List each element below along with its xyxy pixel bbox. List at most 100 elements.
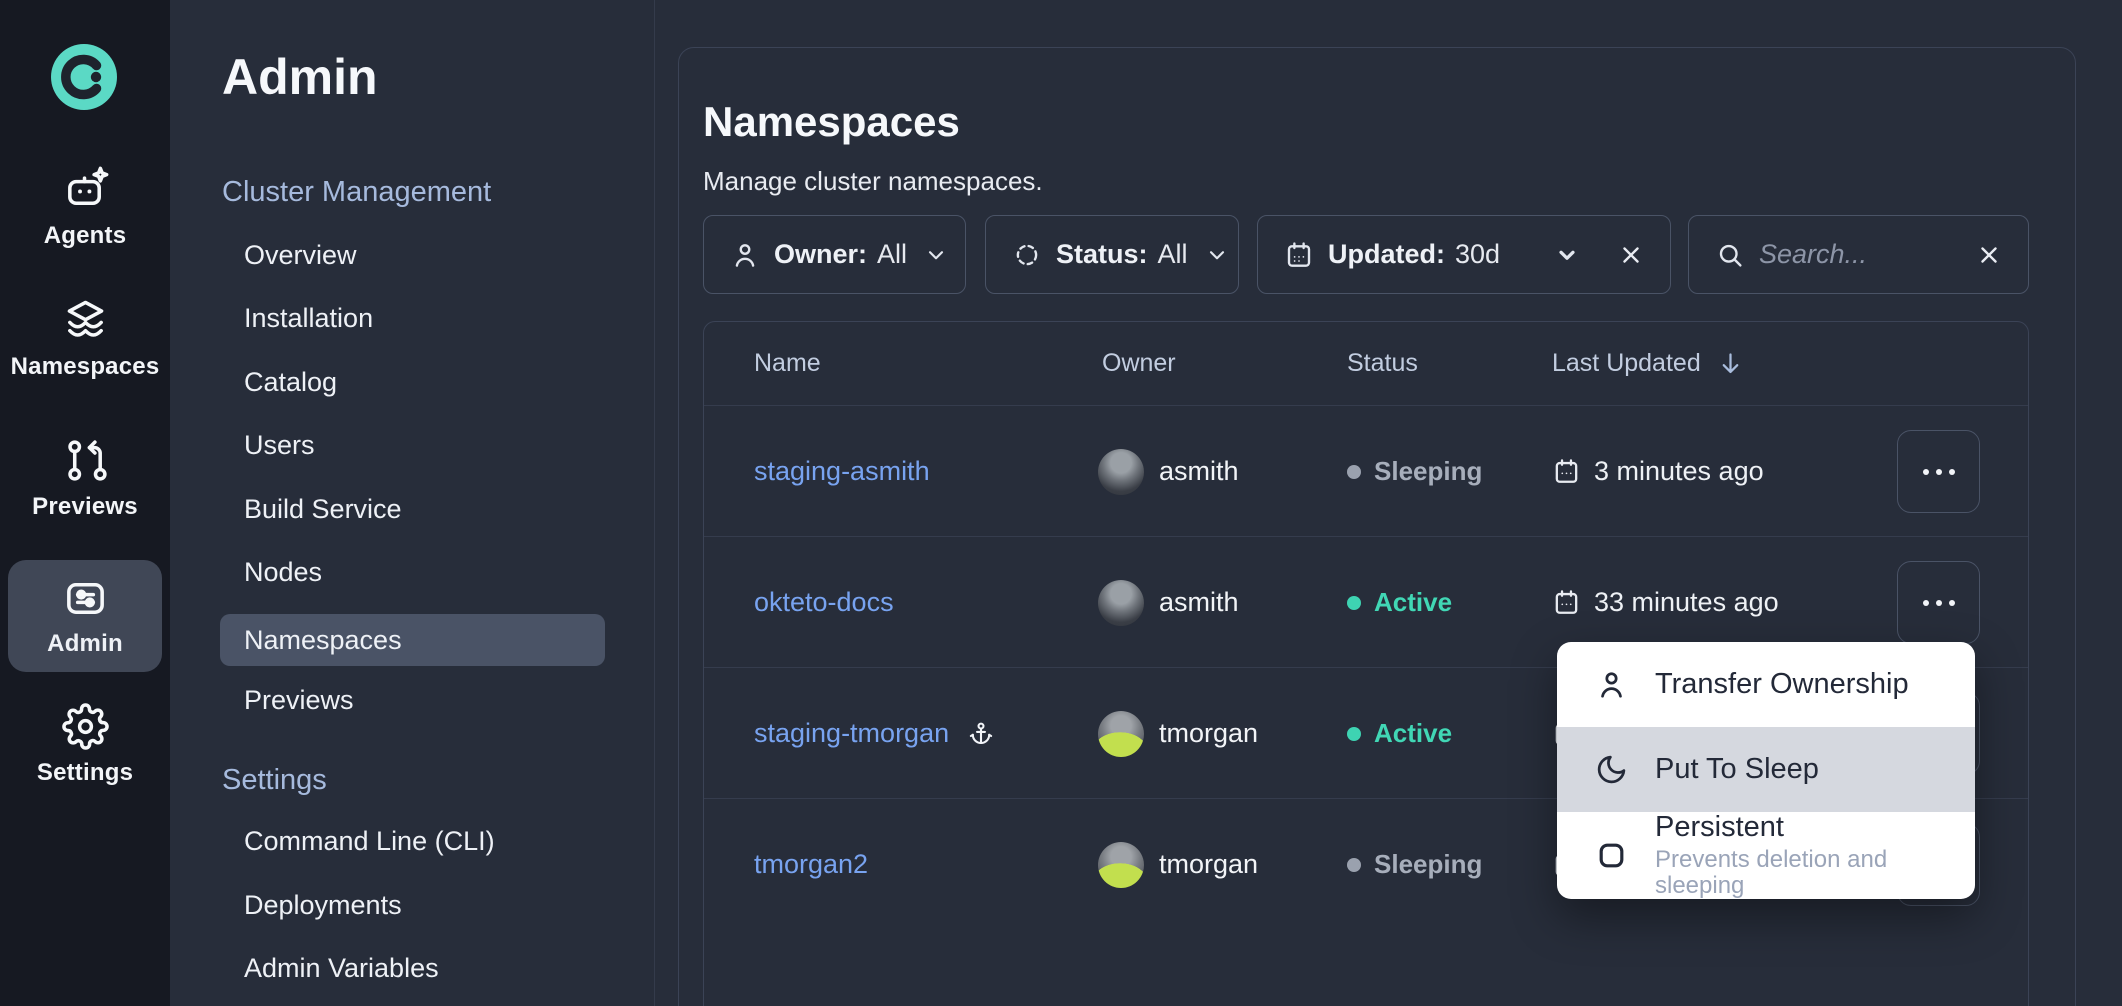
owner-name: tmorgan — [1159, 849, 1258, 880]
table-header: Name Owner Status Last Updated — [704, 322, 2028, 405]
status-dot — [1347, 858, 1361, 872]
calendar-icon — [1552, 588, 1581, 617]
robot-sparkle-icon — [62, 166, 109, 213]
owner-filter-value: All — [877, 239, 907, 270]
row-actions-button[interactable] — [1897, 561, 1980, 644]
sidebar-item-namespaces[interactable]: Namespaces — [0, 297, 170, 381]
filter-bar: Owner: All Status: All — [679, 215, 2075, 294]
subnav-item-admin-variables[interactable]: Admin Variables — [244, 953, 439, 984]
subnav-item-users[interactable]: Users — [244, 430, 315, 461]
owner-name: tmorgan — [1159, 718, 1258, 749]
status-badge: Active — [1374, 587, 1452, 618]
menu-item-sublabel: Prevents deletion and sleeping — [1655, 847, 1945, 899]
owner-name: asmith — [1159, 587, 1239, 618]
status-dot — [1347, 596, 1361, 610]
person-icon — [730, 240, 760, 270]
subnav-item-installation[interactable]: Installation — [244, 303, 373, 334]
chevron-down-icon — [1554, 242, 1580, 268]
column-header-status[interactable]: Status — [1347, 322, 1418, 405]
search-icon — [1715, 240, 1745, 270]
close-icon — [1976, 242, 2002, 268]
subnav-item-previews[interactable]: Previews — [244, 685, 354, 716]
sidebar-item-settings[interactable]: Settings — [0, 703, 170, 787]
row-actions-button[interactable] — [1897, 430, 1980, 513]
updated-filter-dropdown[interactable]: Updated: 30d — [1257, 215, 1671, 294]
last-updated-text: 3 minutes ago — [1594, 456, 1764, 487]
namespace-link[interactable]: tmorgan2 — [754, 849, 868, 880]
page-title: Namespaces — [703, 98, 960, 146]
pull-request-icon — [62, 437, 109, 484]
sidebar-item-label: Namespaces — [11, 353, 160, 381]
status-filter-dropdown[interactable]: Status: All — [985, 215, 1239, 294]
close-icon — [1618, 242, 1644, 268]
anchor-icon — [967, 720, 995, 748]
column-header-name[interactable]: Name — [754, 322, 821, 405]
dashed-circle-icon — [1012, 240, 1042, 270]
subnav-item-build-service[interactable]: Build Service — [244, 494, 402, 525]
calendar-icon — [1284, 240, 1314, 270]
context-menu: Transfer Ownership Put To Sleep Persiste… — [1557, 642, 1975, 899]
calendar-icon — [1552, 457, 1581, 486]
okteto-logo[interactable] — [51, 44, 117, 110]
sidebar-item-agents[interactable]: Agents — [0, 166, 170, 250]
owner-avatar — [1098, 711, 1144, 757]
menu-item-put-to-sleep[interactable]: Put To Sleep — [1557, 727, 1975, 812]
menu-item-transfer-ownership[interactable]: Transfer Ownership — [1557, 642, 1975, 727]
section-header-settings: Settings — [222, 764, 327, 797]
subnav-item-nodes[interactable]: Nodes — [244, 557, 322, 588]
status-badge: Sleeping — [1374, 456, 1482, 487]
search-input[interactable] — [1759, 239, 1962, 270]
sidebar-item-label: Settings — [37, 759, 133, 787]
rounded-square-icon — [1595, 839, 1628, 872]
subnav-item-namespaces[interactable]: Namespaces — [220, 614, 605, 666]
namespace-link[interactable]: okteto-docs — [754, 587, 894, 618]
sidebar-item-label: Previews — [32, 493, 138, 521]
layers-icon — [62, 297, 109, 344]
subnav-item-deployments[interactable]: Deployments — [244, 890, 402, 921]
status-filter-label: Status: — [1056, 239, 1148, 270]
clear-updated-filter-button[interactable] — [1618, 242, 1644, 268]
subnav-item-catalog[interactable]: Catalog — [244, 367, 337, 398]
column-header-owner[interactable]: Owner — [1102, 322, 1176, 405]
updated-filter-label: Updated: — [1328, 239, 1445, 270]
status-filter-value: All — [1158, 239, 1188, 270]
namespace-link[interactable]: staging-tmorgan — [754, 718, 949, 749]
main-content: Namespaces Manage cluster namespaces. Ow… — [655, 0, 2122, 1006]
table-row: staging-asmith asmith Sleeping — [704, 405, 2028, 536]
owner-avatar — [1098, 580, 1144, 626]
chevron-down-icon — [923, 242, 949, 268]
sidebar-item-previews[interactable]: Previews — [0, 437, 170, 521]
updated-filter-value: 30d — [1455, 239, 1500, 270]
owner-name: asmith — [1159, 456, 1239, 487]
gear-icon — [62, 703, 109, 750]
moon-icon — [1595, 753, 1628, 786]
clear-search-button[interactable] — [1976, 242, 2002, 268]
okteto-logo-icon — [51, 44, 117, 110]
person-icon — [1595, 668, 1628, 701]
status-dot — [1347, 727, 1361, 741]
status-badge: Active — [1374, 718, 1452, 749]
icon-sidebar: Agents Namespaces Previews — [0, 0, 170, 1006]
column-header-last-updated[interactable]: Last Updated — [1552, 322, 1744, 405]
subnav-item-command-line-cli[interactable]: Command Line (CLI) — [244, 826, 495, 857]
subnav-item-overview[interactable]: Overview — [244, 240, 357, 271]
section-header-cluster-management: Cluster Management — [222, 176, 491, 209]
sidebar-item-label: Agents — [44, 222, 127, 250]
owner-filter-dropdown[interactable]: Owner: All — [703, 215, 966, 294]
sidebar-item-label: Admin — [47, 630, 123, 658]
owner-avatar — [1098, 449, 1144, 495]
sidebar-item-admin[interactable]: Admin — [8, 560, 162, 672]
sliders-panel-icon — [62, 575, 109, 622]
status-dot — [1347, 465, 1361, 479]
menu-item-persistent[interactable]: Persistent Prevents deletion and sleepin… — [1557, 812, 1975, 899]
admin-sidebar-title: Admin — [222, 48, 378, 106]
sort-descending-icon — [1717, 350, 1744, 377]
namespace-link[interactable]: staging-asmith — [754, 456, 930, 487]
okteto-admin-screen: Agents Namespaces Previews — [0, 0, 2122, 1006]
last-updated-text: 33 minutes ago — [1594, 587, 1779, 618]
page-subtitle: Manage cluster namespaces. — [703, 166, 1043, 197]
chevron-down-icon — [1204, 242, 1230, 268]
admin-sidebar: Admin Cluster Management Overview Instal… — [170, 0, 655, 1006]
owner-avatar — [1098, 842, 1144, 888]
owner-filter-label: Owner: — [774, 239, 867, 270]
